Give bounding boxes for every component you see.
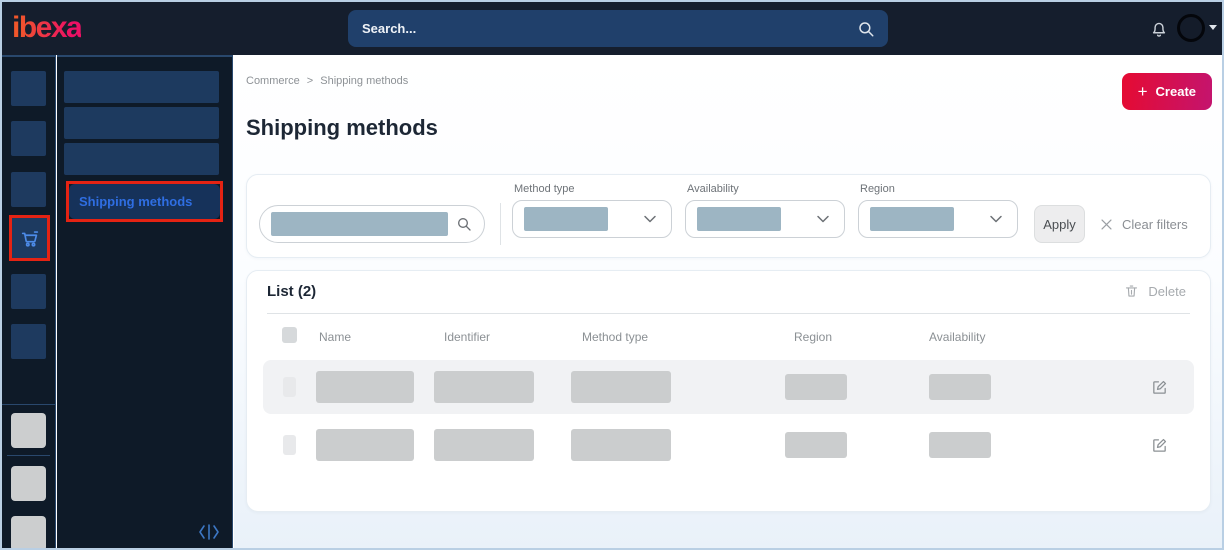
create-button[interactable]: + Create: [1121, 73, 1212, 110]
edit-icon[interactable]: [1151, 437, 1168, 454]
redacted-availability-cell: [929, 432, 991, 458]
rail-item-placeholder[interactable]: [11, 413, 46, 448]
table-header: Name Identifier Method type Region Avail…: [247, 327, 1210, 351]
filters-bar: Method type Availability Region Apply Cl…: [246, 174, 1211, 258]
rail-item-placeholder[interactable]: [11, 324, 46, 359]
redacted-region-cell: [785, 432, 847, 458]
redacted-name-cell: [316, 429, 414, 461]
delete-button-label: Delete: [1148, 283, 1186, 299]
clear-filters-button[interactable]: Clear filters: [1100, 205, 1188, 243]
apply-button[interactable]: Apply: [1034, 205, 1085, 243]
topbar: ibexa: [2, 2, 1222, 55]
column-header-name: Name: [319, 330, 352, 344]
rail-item-placeholder[interactable]: [11, 274, 46, 309]
row-checkbox[interactable]: [283, 435, 296, 455]
notifications-bell-icon[interactable]: [1149, 18, 1169, 40]
global-search: [348, 10, 888, 47]
method-type-filter: Method type: [512, 183, 672, 238]
redacted-select-value: [697, 207, 781, 231]
global-search-input[interactable]: [348, 21, 857, 36]
submenu-item-placeholder[interactable]: [64, 143, 219, 175]
row-checkbox[interactable]: [283, 377, 296, 397]
breadcrumb-current: Shipping methods: [320, 75, 409, 87]
submenu-item-placeholder[interactable]: [64, 71, 219, 103]
shipping-methods-list: List (2) Delete Name Identifier Method t…: [246, 270, 1211, 512]
table-row[interactable]: [263, 360, 1194, 414]
rail-item-placeholder[interactable]: [11, 516, 46, 548]
shopping-cart-icon[interactable]: [19, 227, 41, 249]
availability-select[interactable]: [685, 200, 845, 238]
column-header-method-type: Method type: [582, 330, 649, 344]
main-nav-rail: [2, 55, 56, 548]
redacted-identifier-cell: [434, 429, 534, 461]
redacted-region-cell: [785, 374, 847, 400]
redacted-select-value: [870, 207, 954, 231]
redacted-search-text: [271, 212, 448, 236]
redacted-select-value: [524, 207, 608, 231]
list-title: List (2): [267, 283, 317, 300]
commerce-submenu: Shipping methods: [57, 55, 233, 548]
chevron-down-icon: [644, 215, 656, 223]
rail-item-placeholder[interactable]: [11, 466, 46, 501]
main-content: Commerce > Shipping methods + Create Shi…: [234, 55, 1222, 548]
rail-item-placeholder[interactable]: [11, 121, 46, 156]
method-type-select[interactable]: [512, 200, 672, 238]
column-header-region: Region: [794, 330, 833, 344]
submenu-item-placeholder[interactable]: [64, 107, 219, 139]
filter-label: Availability: [687, 183, 739, 195]
clear-filters-label: Clear filters: [1122, 216, 1188, 232]
redacted-name-cell: [316, 371, 414, 403]
column-header-identifier: Identifier: [444, 330, 491, 344]
user-menu-caret-icon[interactable]: [1209, 25, 1217, 30]
annotation-red-box: Shipping methods: [66, 181, 223, 222]
submenu-item-label: Shipping methods: [79, 194, 193, 209]
user-avatar[interactable]: [1177, 14, 1205, 42]
breadcrumb-commerce[interactable]: Commerce: [246, 75, 300, 87]
search-icon: [458, 218, 471, 231]
table-row[interactable]: [263, 418, 1194, 472]
breadcrumb-separator: >: [306, 75, 314, 87]
rail-divider: [2, 404, 55, 405]
redacted-method-type-cell: [571, 371, 671, 403]
redacted-identifier-cell: [434, 371, 534, 403]
filter-divider: [500, 203, 501, 245]
edit-icon[interactable]: [1151, 379, 1168, 396]
panel-collapse-icon[interactable]: [198, 524, 220, 540]
column-header-availability: Availability: [929, 330, 986, 344]
trash-icon: [1126, 285, 1138, 297]
ibexa-logo[interactable]: ibexa: [12, 11, 83, 45]
close-icon: [1101, 218, 1112, 230]
page-title: Shipping methods: [246, 115, 438, 140]
create-button-label: Create: [1155, 84, 1196, 99]
chevron-down-icon: [817, 215, 829, 223]
plus-icon: +: [1137, 82, 1148, 101]
rail-divider: [7, 455, 50, 456]
annotation-red-box: [9, 215, 50, 261]
redacted-availability-cell: [929, 374, 991, 400]
region-select[interactable]: [858, 200, 1018, 238]
filter-search-field[interactable]: [259, 205, 485, 243]
search-icon: [859, 21, 874, 36]
select-all-checkbox[interactable]: [282, 327, 297, 343]
breadcrumb: Commerce > Shipping methods: [246, 75, 408, 87]
list-divider: [267, 313, 1190, 314]
filter-label: Region: [860, 183, 895, 195]
submenu-item-shipping-methods[interactable]: Shipping methods: [69, 184, 220, 219]
app-window: ibexa Search... Shipping methods Commerc…: [0, 0, 1224, 550]
rail-item-placeholder[interactable]: [11, 172, 46, 207]
delete-button[interactable]: Delete: [1124, 283, 1186, 299]
rail-item-placeholder[interactable]: [11, 71, 46, 106]
redacted-method-type-cell: [571, 429, 671, 461]
filter-label: Method type: [514, 183, 575, 195]
availability-filter: Availability: [685, 183, 845, 238]
chevron-down-icon: [990, 215, 1002, 223]
region-filter: Region: [858, 183, 1018, 238]
